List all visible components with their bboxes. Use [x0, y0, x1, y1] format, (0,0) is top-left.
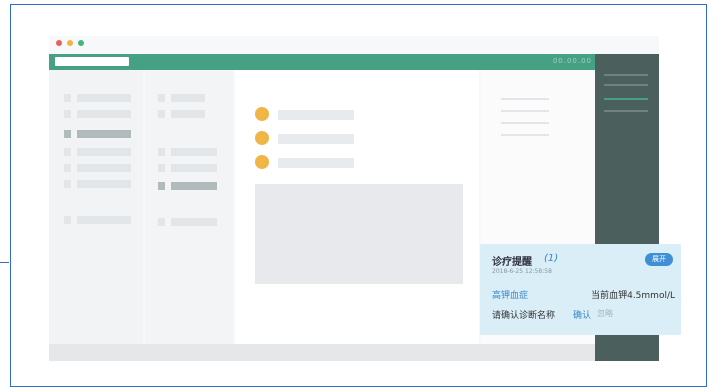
list-item-selected[interactable]	[171, 182, 217, 190]
confirm-prompt: 请确认诊断名称	[492, 311, 556, 321]
app-header: 00.00.00	[49, 54, 598, 70]
clinical-reminder-card: 诊疗提醒 (1) 2018-6-25 12:58:58 展开 高钾血症 当前血钾…	[480, 244, 681, 335]
nav-icon	[64, 216, 71, 224]
sidebar-item[interactable]	[77, 216, 131, 224]
ignore-button[interactable]: 忽略	[597, 308, 613, 319]
panel-item[interactable]	[604, 110, 648, 112]
sidebar-item[interactable]	[77, 94, 131, 102]
list-item[interactable]	[171, 164, 217, 172]
content-panel	[255, 184, 463, 284]
content-line	[278, 158, 354, 168]
close-dot[interactable]	[56, 40, 62, 46]
search-input[interactable]	[55, 57, 129, 66]
list-icon	[158, 164, 165, 172]
reminder-count: (1)	[544, 253, 559, 264]
nav-icon	[64, 130, 71, 138]
list-icon	[158, 110, 165, 118]
status-bar	[49, 344, 595, 361]
reminder-timestamp: 2018-6-25 12:58:58	[492, 268, 552, 275]
list-item[interactable]	[171, 94, 205, 102]
status-dot-icon	[255, 131, 269, 145]
sidebar-item[interactable]	[77, 180, 131, 188]
potassium-value: 当前血钾4.5mmol/L	[591, 291, 675, 301]
window-controls	[56, 40, 84, 50]
list-icon	[158, 148, 165, 156]
nav-icon	[64, 180, 71, 188]
list-icon	[158, 218, 165, 226]
panel-item[interactable]	[604, 74, 648, 76]
main-content	[235, 70, 479, 344]
panel-item[interactable]	[604, 84, 648, 86]
diagnosis-link[interactable]: 高钾血症	[492, 288, 528, 301]
expand-button[interactable]: 展开	[645, 253, 673, 266]
sidebar-item[interactable]	[77, 164, 131, 172]
reminder-title: 诊疗提醒	[492, 257, 532, 268]
maximize-dot[interactable]	[78, 40, 84, 46]
confirm-button[interactable]: 确认	[573, 308, 591, 321]
sidebar-nav	[49, 70, 143, 344]
divider-line	[0, 262, 9, 263]
detail-line	[501, 134, 549, 136]
list-icon	[158, 182, 165, 190]
patient-list	[145, 70, 233, 344]
sidebar-item[interactable]	[77, 148, 131, 156]
status-dot-icon	[255, 107, 269, 121]
header-info: 00.00.00	[552, 57, 592, 65]
nav-icon	[64, 110, 71, 118]
minimize-dot[interactable]	[67, 40, 73, 46]
list-item[interactable]	[171, 110, 205, 118]
nav-icon	[64, 94, 71, 102]
status-dot-icon	[255, 155, 269, 169]
content-line	[278, 110, 354, 120]
nav-icon	[64, 148, 71, 156]
detail-line	[501, 98, 549, 100]
list-icon	[158, 94, 165, 102]
panel-item-active[interactable]	[604, 98, 648, 100]
detail-line	[501, 110, 549, 112]
content-line	[278, 134, 354, 144]
sidebar-item[interactable]	[77, 110, 131, 118]
list-item[interactable]	[171, 148, 217, 156]
detail-line	[501, 122, 549, 124]
nav-icon	[64, 164, 71, 172]
list-item[interactable]	[171, 218, 217, 226]
sidebar-item-selected[interactable]	[77, 130, 131, 138]
